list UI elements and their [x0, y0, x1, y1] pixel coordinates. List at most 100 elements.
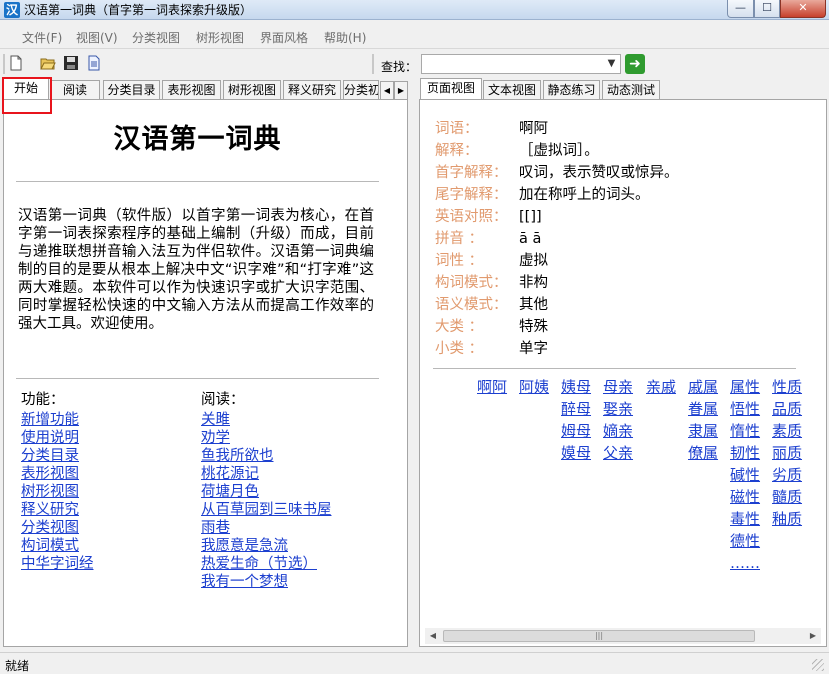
status-bar: 就绪	[0, 652, 829, 674]
reading-link[interactable]: 我有一个梦想	[201, 573, 332, 591]
word-link[interactable]: 髓质	[772, 486, 802, 508]
word-link[interactable]: 阿姨	[519, 376, 549, 398]
menu-view[interactable]: 视图(V)	[76, 29, 118, 46]
word-link[interactable]: 父亲	[603, 442, 633, 464]
reading-list: 关雎 劝学 鱼我所欲也 桃花源记 荷塘月色 从百草园到三味书屋 雨巷 我愿意是急…	[201, 411, 332, 591]
word-link[interactable]: 悟性	[730, 398, 760, 420]
tab-category-catalog[interactable]: 分类目录	[103, 80, 160, 99]
reading-link[interactable]: 雨巷	[201, 519, 332, 537]
word-link[interactable]: 母亲	[603, 376, 633, 398]
open-folder-icon[interactable]	[40, 55, 56, 71]
word-link[interactable]: 戚属	[688, 376, 718, 398]
feature-link[interactable]: 构词模式	[21, 537, 94, 555]
new-file-icon[interactable]	[8, 55, 24, 71]
arrow-right-icon[interactable]: ➜	[625, 54, 645, 74]
search-input[interactable]	[421, 54, 621, 74]
tab-static-practice[interactable]: 静态练习	[543, 80, 600, 99]
feature-link[interactable]: 树形视图	[21, 483, 94, 501]
horizontal-scrollbar[interactable]: ◀ ||| ▶	[425, 628, 821, 644]
field-label: 词性 ：	[435, 253, 484, 269]
word-link[interactable]: 碱性	[730, 464, 760, 486]
tab-scroll-right-icon[interactable]: ▶	[394, 81, 408, 100]
tab-reading[interactable]: 阅读	[50, 80, 100, 99]
tab-text-view[interactable]: 文本视图	[483, 80, 541, 99]
reading-link[interactable]: 荷塘月色	[201, 483, 332, 501]
word-link[interactable]: 德性	[730, 530, 760, 552]
tab-page-view[interactable]: 页面视图	[420, 78, 482, 99]
maximize-button[interactable]: ☐	[754, 0, 780, 18]
word-link[interactable]: ……	[730, 552, 760, 574]
word-link[interactable]: 磁性	[730, 486, 760, 508]
feature-link[interactable]: 分类视图	[21, 519, 94, 537]
reading-heading: 阅读：	[201, 392, 245, 408]
minimize-button[interactable]: —	[727, 0, 754, 18]
menu-file[interactable]: 文件(F)	[22, 29, 62, 46]
tab-table-view[interactable]: 表形视图	[162, 80, 221, 99]
word-chain-column: 阿姨	[519, 376, 549, 398]
word-link[interactable]: 啊阿	[477, 376, 507, 398]
feature-link[interactable]: 分类目录	[21, 447, 94, 465]
feature-link[interactable]: 使用说明	[21, 429, 94, 447]
reading-link[interactable]: 关雎	[201, 411, 332, 429]
feature-link[interactable]: 释义研究	[21, 501, 94, 519]
reading-link[interactable]: 鱼我所欲也	[201, 447, 332, 465]
tab-meaning-research[interactable]: 释义研究	[283, 80, 341, 99]
menu-category-view[interactable]: 分类视图	[132, 29, 180, 46]
tab-scroll-left-icon[interactable]: ◀	[380, 81, 394, 100]
scroll-right-icon[interactable]: ▶	[805, 628, 821, 644]
word-link[interactable]: 素质	[772, 420, 802, 442]
word-link[interactable]: 釉质	[772, 508, 802, 530]
tab-dynamic-test[interactable]: 动态测试	[602, 80, 660, 99]
menu-tree-view[interactable]: 树形视图	[196, 29, 244, 46]
close-button[interactable]: ✕	[780, 0, 826, 18]
word-link[interactable]: 亲戚	[646, 376, 676, 398]
tab-tree-view[interactable]: 树形视图	[223, 80, 281, 99]
reading-link[interactable]: 从百草园到三味书屋	[201, 501, 332, 519]
word-link[interactable]: 姆母	[561, 420, 591, 442]
word-link[interactable]: 韧性	[730, 442, 760, 464]
reading-link[interactable]: 热爱生命（节选）	[201, 555, 332, 573]
word-link[interactable]: 性质	[772, 376, 802, 398]
field-label: 英语对照：	[435, 209, 508, 225]
field-label: 尾字解释：	[435, 187, 508, 203]
field-value: 特殊	[519, 319, 548, 335]
word-link[interactable]: 毒性	[730, 508, 760, 530]
word-link[interactable]: 娶亲	[603, 398, 633, 420]
reading-link[interactable]: 桃花源记	[201, 465, 332, 483]
word-link[interactable]: 嫫母	[561, 442, 591, 464]
word-link[interactable]: 眷属	[688, 398, 718, 420]
word-link[interactable]: 丽质	[772, 442, 802, 464]
divider	[16, 378, 379, 379]
save-icon[interactable]	[63, 55, 79, 71]
document-icon[interactable]	[86, 55, 102, 71]
scroll-thumb[interactable]: |||	[443, 630, 755, 642]
word-chain-column: 母亲 娶亲 嫡亲 父亲	[603, 376, 633, 464]
word-link[interactable]: 惰性	[730, 420, 760, 442]
word-link[interactable]: 劣质	[772, 464, 802, 486]
feature-link[interactable]: 中华字词经	[21, 555, 94, 573]
status-text: 就绪	[5, 659, 30, 673]
word-chain-column: 亲戚	[646, 376, 676, 398]
word-link[interactable]: 嫡亲	[603, 420, 633, 442]
word-link[interactable]: 醉母	[561, 398, 591, 420]
menu-interface-style[interactable]: 界面风格	[260, 29, 308, 46]
tab-category-view[interactable]: 分类初	[343, 80, 379, 99]
word-link[interactable]: 隶属	[688, 420, 718, 442]
word-link[interactable]: 属性	[730, 376, 760, 398]
word-link[interactable]: 品质	[772, 398, 802, 420]
features-list: 新增功能 使用说明 分类目录 表形视图 树形视图 释义研究 分类视图 构词模式 …	[21, 411, 94, 573]
reading-link[interactable]: 我愿意是急流	[201, 537, 332, 555]
feature-link[interactable]: 新增功能	[21, 411, 94, 429]
tab-start[interactable]: 开始	[3, 78, 49, 99]
field-label: 构词模式：	[435, 275, 508, 291]
word-chain-column: 姨母 醉母 姆母 嫫母	[561, 376, 591, 464]
resize-grip[interactable]	[812, 659, 824, 671]
reading-link[interactable]: 劝学	[201, 429, 332, 447]
menu-help[interactable]: 帮助(H)	[324, 29, 366, 46]
scroll-left-icon[interactable]: ◀	[425, 628, 441, 644]
title-bar: 汉 汉语第一词典（首字第一词表探索升级版） — ☐ ✕	[0, 0, 829, 20]
word-link[interactable]: 僚属	[688, 442, 718, 464]
word-link[interactable]: 姨母	[561, 376, 591, 398]
feature-link[interactable]: 表形视图	[21, 465, 94, 483]
chevron-down-icon[interactable]: ▼	[603, 55, 620, 73]
